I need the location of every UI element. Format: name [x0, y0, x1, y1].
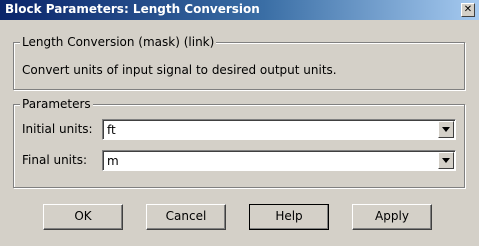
help-button[interactable]: Help	[249, 204, 329, 230]
parameters-legend: Parameters	[20, 97, 93, 111]
chevron-down-icon	[442, 158, 450, 163]
initial-units-dropdown[interactable]: ft	[102, 119, 456, 140]
final-units-dropdown-button[interactable]	[438, 152, 454, 169]
initial-units-value: ft	[107, 123, 116, 137]
final-units-label: Final units:	[22, 153, 88, 167]
close-icon: ✕	[463, 4, 473, 15]
window-title: Block Parameters: Length Conversion	[5, 2, 260, 16]
parameters-groupbox: Parameters Initial units: ft Final units…	[13, 97, 465, 188]
title-bar[interactable]: Block Parameters: Length Conversion ✕	[0, 0, 479, 20]
mask-groupbox: Length Conversion (mask) (link) Convert …	[13, 35, 465, 90]
final-units-value: m	[107, 154, 119, 168]
block-parameters-dialog: Block Parameters: Length Conversion ✕ Le…	[0, 0, 479, 246]
ok-button[interactable]: OK	[43, 204, 123, 230]
mask-description: Convert units of input signal to desired…	[22, 63, 337, 77]
final-units-dropdown[interactable]: m	[102, 150, 456, 171]
initial-units-dropdown-button[interactable]	[438, 121, 454, 138]
chevron-down-icon	[442, 127, 450, 132]
close-button[interactable]: ✕	[461, 3, 475, 17]
initial-units-label: Initial units:	[22, 122, 93, 136]
cancel-button[interactable]: Cancel	[146, 204, 226, 230]
mask-legend: Length Conversion (mask) (link)	[20, 35, 217, 49]
apply-button[interactable]: Apply	[352, 204, 432, 230]
